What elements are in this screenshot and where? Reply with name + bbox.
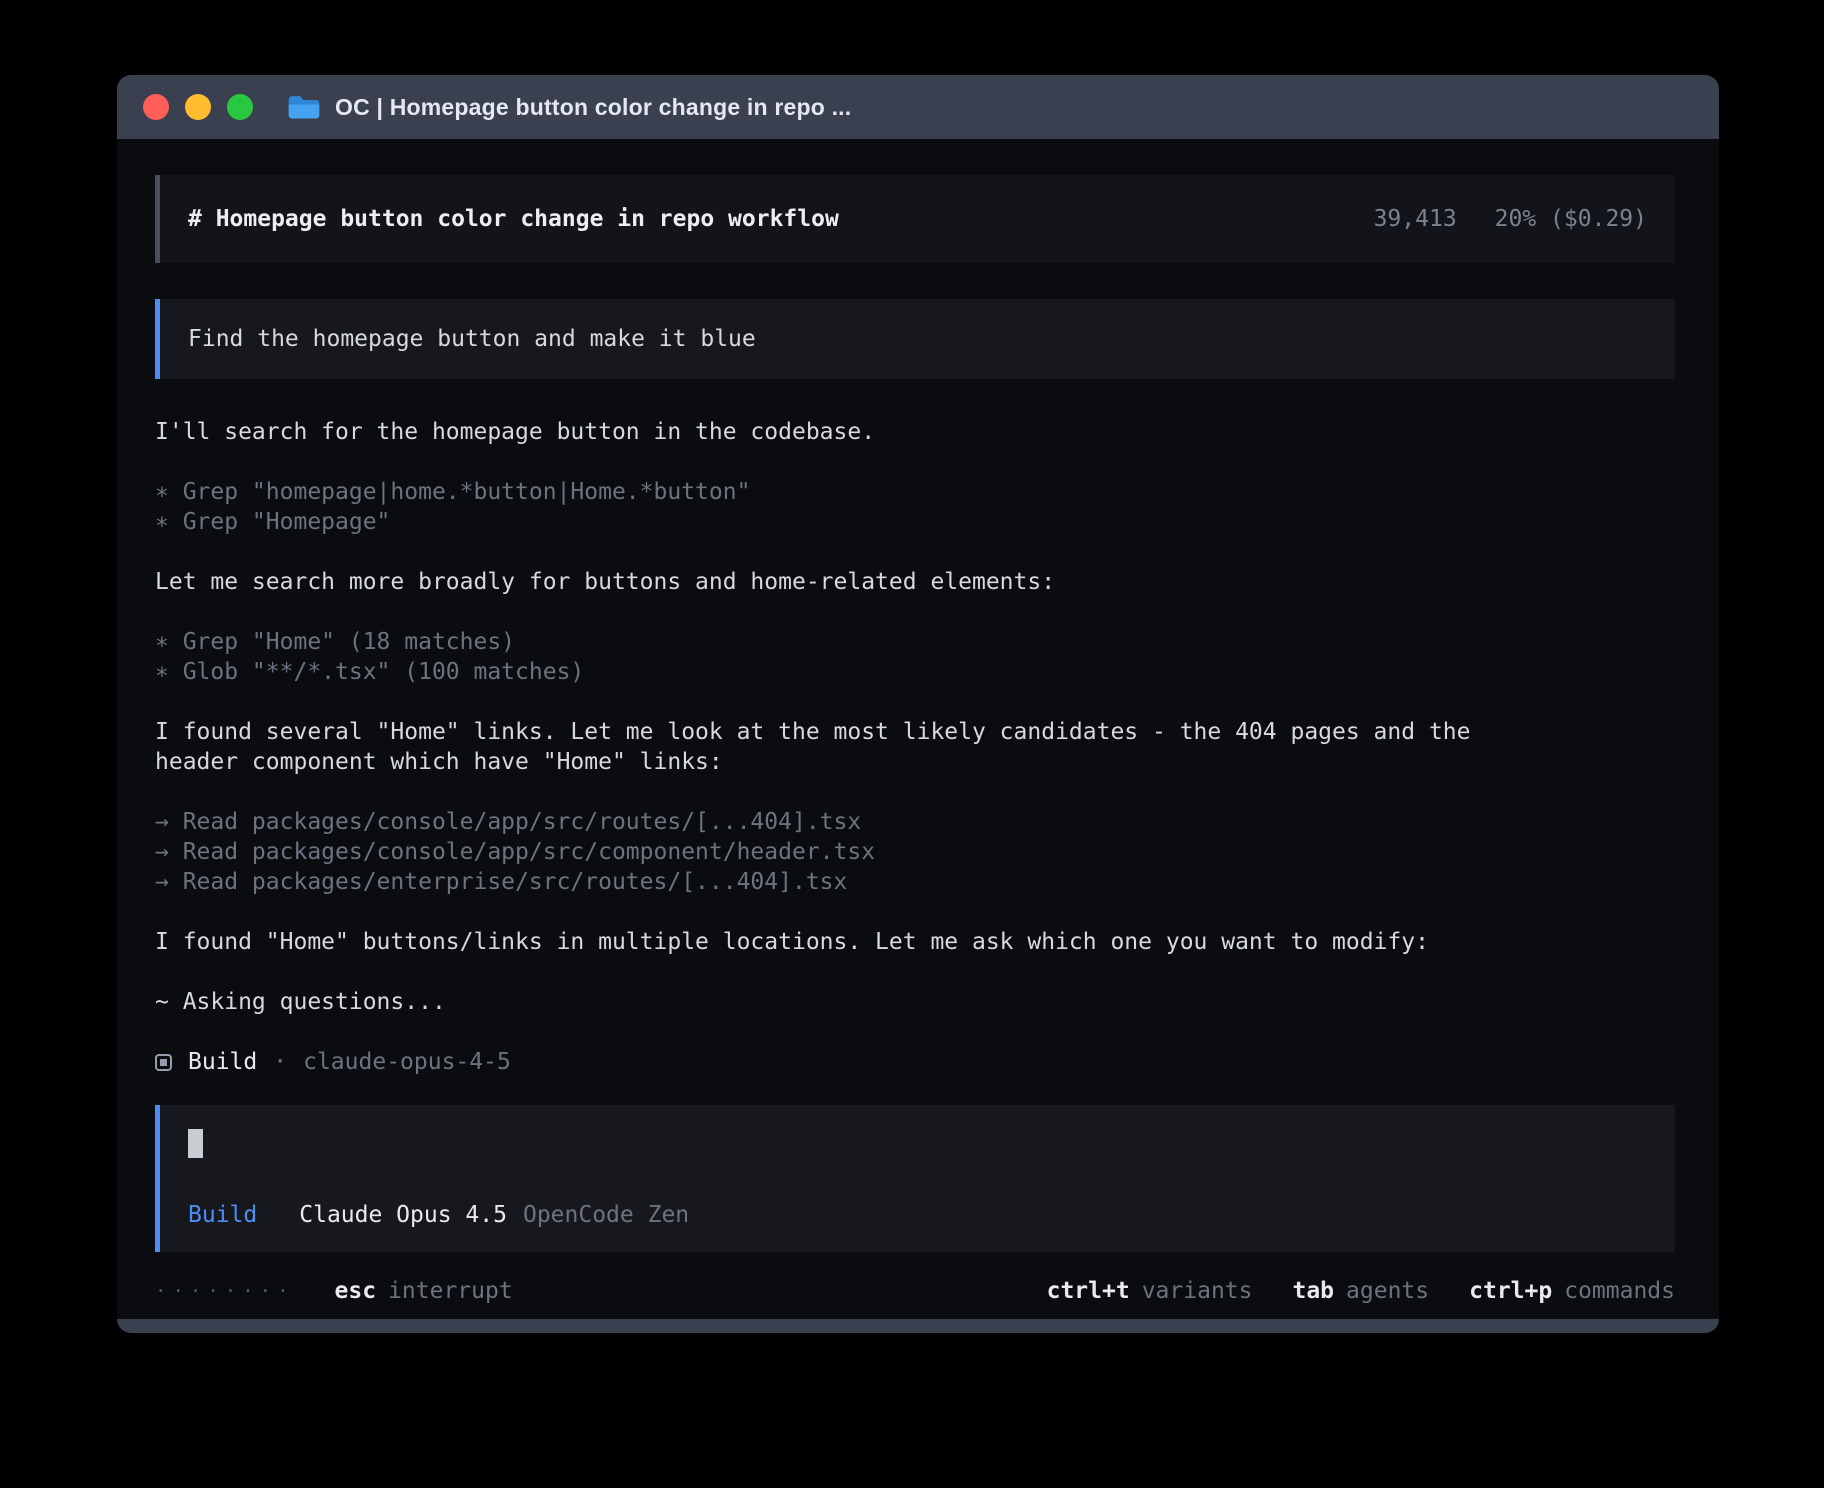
folder-icon <box>287 93 321 121</box>
session-stats: 39,413 20% ($0.29) <box>1374 204 1647 234</box>
title-group: OC | Homepage button color change in rep… <box>287 93 851 121</box>
tool-call-grep: ∗ Grep "Home" (18 matches) <box>155 627 1675 657</box>
window-bottom-edge <box>117 1319 1719 1333</box>
tool-call-group: ∗ Grep "homepage|home.*button|Home.*butt… <box>155 477 1675 537</box>
activity-dots: ········ <box>155 1276 295 1306</box>
activity-status: ~ Asking questions... <box>155 987 1675 1017</box>
tool-call-grep: ∗ Grep "homepage|home.*button|Home.*butt… <box>155 477 1675 507</box>
provider-label: OpenCode Zen <box>523 1200 689 1230</box>
shortcut-key: tab <box>1292 1276 1334 1306</box>
session-title: # Homepage button color change in repo w… <box>188 204 839 234</box>
mode-label: Build <box>188 1200 257 1230</box>
shortcut-agents: tab agents <box>1292 1276 1429 1306</box>
agent-name: Build <box>188 1047 257 1077</box>
status-bar-left: ········ esc interrupt <box>155 1276 513 1306</box>
close-button[interactable] <box>143 94 169 120</box>
minimize-button[interactable] <box>185 94 211 120</box>
assistant-paragraph: Let me search more broadly for buttons a… <box>155 567 1675 597</box>
user-message-text: Find the homepage button and make it blu… <box>188 324 756 354</box>
model-label: Claude Opus 4.5 <box>299 1200 507 1230</box>
agent-separator: · <box>273 1047 287 1077</box>
tool-call-group: ∗ Grep "Home" (18 matches) ∗ Glob "**/*.… <box>155 627 1675 687</box>
tool-call-group: → Read packages/console/app/src/routes/[… <box>155 807 1675 897</box>
input-footer: Build Claude Opus 4.5 OpenCode Zen <box>188 1200 1647 1230</box>
tool-call-read: → Read packages/console/app/src/routes/[… <box>155 807 1675 837</box>
assistant-paragraph-line: I found several "Home" links. Let me loo… <box>155 717 1675 747</box>
shortcut-variants: ctrl+t variants <box>1047 1276 1253 1306</box>
token-count: 39,413 <box>1374 204 1457 234</box>
traffic-lights <box>143 94 253 120</box>
shortcut-label: agents <box>1346 1276 1429 1306</box>
tool-call-read: → Read packages/enterprise/src/routes/[.… <box>155 867 1675 897</box>
text-cursor <box>188 1129 203 1158</box>
terminal-window: OC | Homepage button color change in rep… <box>117 75 1719 1333</box>
tool-call-read: → Read packages/console/app/src/componen… <box>155 837 1675 867</box>
tool-call-glob: ∗ Glob "**/*.tsx" (100 matches) <box>155 657 1675 687</box>
shortcut-commands: ctrl+p commands <box>1469 1276 1675 1306</box>
session-header: # Homepage button color change in repo w… <box>155 175 1675 263</box>
status-bar-right: ctrl+t variants tab agents ctrl+p comman… <box>1047 1276 1675 1306</box>
shortcut-label: commands <box>1564 1276 1675 1306</box>
terminal-content: # Homepage button color change in repo w… <box>117 139 1719 1319</box>
assistant-paragraph: I found "Home" buttons/links in multiple… <box>155 927 1675 957</box>
shortcut-label: variants <box>1142 1276 1253 1306</box>
prompt-input[interactable]: Build Claude Opus 4.5 OpenCode Zen <box>155 1105 1675 1252</box>
status-bar: ········ esc interrupt ctrl+t variants t… <box>155 1274 1675 1308</box>
assistant-paragraph: I found several "Home" links. Let me loo… <box>155 717 1675 777</box>
window-title: OC | Homepage button color change in rep… <box>335 94 851 121</box>
shortcut-interrupt: esc interrupt <box>335 1276 513 1306</box>
window-titlebar[interactable]: OC | Homepage button color change in rep… <box>117 75 1719 139</box>
tool-call-grep: ∗ Grep "Homepage" <box>155 507 1675 537</box>
shortcut-label: interrupt <box>388 1276 513 1306</box>
assistant-paragraph-line: header component which have "Home" links… <box>155 747 1675 777</box>
assistant-paragraph: I'll search for the homepage button in t… <box>155 417 1675 447</box>
user-message: Find the homepage button and make it blu… <box>155 299 1675 379</box>
agent-model: claude-opus-4-5 <box>303 1047 511 1077</box>
context-usage: 20% ($0.29) <box>1495 204 1647 234</box>
shortcut-key: esc <box>335 1276 377 1306</box>
shortcut-key: ctrl+p <box>1469 1276 1552 1306</box>
agent-icon <box>155 1054 172 1071</box>
agent-attribution: Build · claude-opus-4-5 <box>155 1047 1675 1077</box>
zoom-button[interactable] <box>227 94 253 120</box>
shortcut-key: ctrl+t <box>1047 1276 1130 1306</box>
